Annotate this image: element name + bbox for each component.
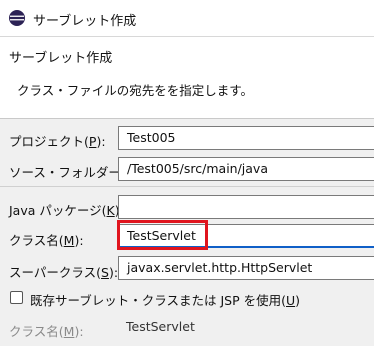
superclass-field[interactable]: javax.servlet.http.HttpServlet [118, 256, 374, 280]
wizard-header: サーブレット作成 クラス・ファイルの宛先をを指定します。 [0, 37, 374, 119]
header-description: クラス・ファイルの宛先をを指定します。 [17, 83, 254, 98]
use-existing-label[interactable]: 既存サーブレット・クラスまたは JSP を使用(U) [30, 290, 300, 309]
use-existing-checkbox[interactable] [10, 291, 23, 304]
java-package-field[interactable] [118, 195, 374, 219]
project-field[interactable]: Test005 [118, 126, 374, 150]
java-package-label: Java パッケージ(K): [9, 203, 124, 218]
highlight-annotation [117, 220, 208, 250]
class-name-label: クラス名(M): [9, 233, 84, 248]
header-title: サーブレット作成 [9, 51, 113, 66]
source-folder-field[interactable]: /Test005/src/main/java [118, 157, 374, 181]
eclipse-icon [9, 10, 25, 26]
existing-class-name-field: TestServlet [118, 316, 374, 340]
superclass-label: スーパークラス(S): [9, 265, 119, 280]
project-label: プロジェクト(P): [9, 134, 106, 149]
separator [0, 186, 374, 187]
window-title: サーブレット作成 [33, 14, 137, 29]
existing-class-name-label: クラス名(M): [9, 324, 84, 339]
title-bar: サーブレット作成 [0, 0, 374, 37]
